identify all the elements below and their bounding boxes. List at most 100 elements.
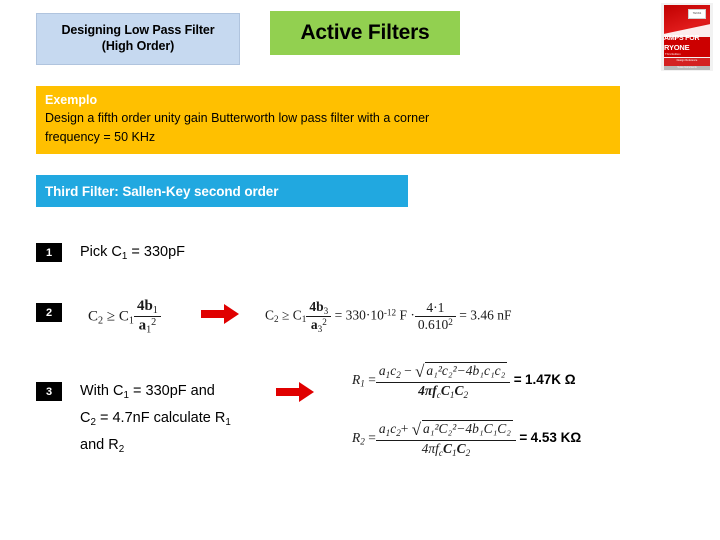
c2-num-sub: 1: [152, 305, 158, 317]
book-cover-footer-label: Texas Instruments: [677, 66, 697, 69]
r1-den-c2-sub: 2: [463, 389, 469, 400]
red-arrow-icon: [276, 382, 314, 402]
book-cover-band-label: Design Reference: [676, 59, 698, 62]
c2r-den-sup: 2: [322, 316, 327, 327]
r2-den-text: 4πf: [421, 441, 439, 457]
r2-plus: +: [400, 421, 409, 436]
r1-lhs-sub: 1: [360, 378, 365, 389]
book-cover-title-line-2: RYONE: [664, 43, 690, 52]
r2-result-equals: =: [519, 429, 528, 445]
r1-fraction: a1c2 − √ a₁²c₂²−4b₁c₁c₂ 4πfcC1C2: [375, 362, 511, 400]
step-3-l2-b: = 4.7nF calculate R: [95, 409, 226, 426]
r1-den-text: 4πf: [418, 383, 437, 399]
c2-lhs: C: [88, 308, 99, 325]
r2-den-c2: C: [456, 441, 466, 457]
op-amps-for-everyone-book-cover: TEXAS AMPS FOR RYONE Third Edition Desig…: [661, 3, 713, 71]
c2r-den2-text: 0.610: [417, 316, 449, 332]
c2-den-sup: 2: [151, 317, 157, 329]
r2-num-a: a: [378, 421, 386, 436]
r1-den-c1: C: [440, 383, 450, 399]
r2-denominator: 4πfcC1C2: [376, 441, 516, 458]
book-cover-title-line-1: AMPS FOR: [664, 35, 700, 42]
c2r-fraction-numerator: 4b3: [306, 299, 332, 317]
step-1-number-label: 1: [45, 246, 53, 259]
c2-lhs-sub: 2: [98, 315, 104, 327]
subject-label: Active Filters: [300, 21, 430, 44]
c2-fraction: 4b1 a12: [133, 298, 161, 336]
c2r-unit: F ·: [399, 307, 415, 323]
r2-den-c2-sub: 2: [465, 447, 471, 458]
c2-fraction-numerator: 4b1: [133, 298, 161, 318]
r2-lhs-sub: 2: [360, 436, 365, 447]
r1-denominator: 4πfcC1C2: [376, 383, 510, 400]
c2r-relation: ≥: [281, 307, 290, 323]
step-3-text: With C1 = 330pF and C2 = 4.7nF calculate…: [80, 380, 231, 461]
subject-badge: Active Filters: [270, 11, 460, 55]
step-1-text: Pick C1 = 330pF: [80, 241, 185, 268]
c2r-den-text: a: [310, 316, 318, 332]
c2r-num-sub: 3: [323, 305, 329, 316]
section-header-bar: Third Filter: Sallen-Key second order: [36, 175, 408, 207]
c2-den-text: a: [138, 317, 147, 334]
r2-radicand: a₁²C₂²−4b₁C₁C₂: [422, 420, 513, 436]
r2-numerator: a1c2+ √ a₁²C₂²−4b₁C₁C₂: [375, 420, 516, 442]
book-cover-chip-label: TEXAS: [692, 12, 702, 15]
step-3-text-line-2: C2 = 4.7nF calculate R1: [80, 407, 231, 434]
book-cover-chip-logo: TEXAS: [688, 9, 706, 19]
c2r-coefficient: 330·10: [345, 307, 384, 323]
c2r-equals-1: =: [334, 307, 343, 323]
c2r-equals-2: =: [459, 307, 467, 323]
c2-relation: ≥: [106, 308, 116, 325]
r1-radical-sign: √: [415, 362, 425, 382]
c2r-result: 3.46 nF: [470, 307, 512, 323]
c2r-fraction: 4b3 a32: [306, 299, 332, 334]
c2r-c1: C: [292, 307, 302, 323]
c2-c1: C: [118, 308, 129, 325]
c2r-fraction-2: 4·1 0.6102: [414, 300, 456, 333]
step-3-l3-a: and R: [80, 436, 119, 453]
example-callout: Exemplo Design a fifth order unity gain …: [36, 86, 620, 154]
step-3-number-label: 3: [45, 385, 53, 398]
r1-formula: R1 = a1c2 − √ a₁²c₂²−4b₁c₁c₂ 4πfcC1C2 = 1.4…: [352, 362, 576, 400]
r1-radicand: a₁²c₂²−4b₁c₁c₂: [425, 362, 508, 378]
step-1-text-a: Pick C: [80, 244, 122, 260]
c2r-lhs: C: [265, 307, 275, 323]
c2r-fraction-2-denominator: 0.6102: [415, 317, 456, 333]
c2r-den2-sup: 2: [448, 316, 453, 327]
slide-title-line-1: Designing Low Pass Filter: [61, 23, 215, 38]
r1-equals: =: [368, 371, 376, 387]
step-2-formula-right: C2 ≥ C1 4b3 a32 = 330·10-12 F · 4·1 0.6102 =…: [265, 299, 511, 334]
step-3-l2-sub2: 1: [225, 416, 231, 428]
step-1-text-b: = 330pF: [127, 244, 186, 260]
r1-result-equals: =: [513, 371, 522, 387]
r1-num-c-sub: 2: [396, 369, 401, 380]
slide-title-line-2: (High Order): [101, 39, 175, 53]
c2-num-text: 4b: [136, 298, 153, 314]
r2-den-c1: C: [442, 441, 452, 457]
step-2-formula-left: C2 ≥ C1 4b1 a12: [88, 298, 161, 336]
r1-numerator: a1c2 − √ a₁²c₂²−4b₁c₁c₂: [375, 362, 511, 384]
r1-minus: −: [404, 363, 412, 378]
r2-equals: =: [368, 429, 376, 445]
step-3-number: 3: [36, 382, 62, 401]
step-2-number: 2: [36, 303, 62, 322]
example-heading: Exemplo: [45, 93, 98, 107]
step-3-l2-a: C: [80, 409, 91, 426]
section-header-label: Third Filter: Sallen-Key second order: [45, 183, 279, 199]
r2-formula: R2 = a1c2+ √ a₁²C₂²−4b₁C₁C₂ 4πfcC1C2 = 4.53…: [352, 420, 581, 458]
r1-num-a: a: [378, 363, 386, 378]
r2-fraction: a1c2+ √ a₁²C₂²−4b₁C₁C₂ 4πfcC1C2: [375, 420, 516, 458]
r2-result-value: 4.53 KΩ: [530, 429, 582, 445]
r2-lhs: R: [352, 429, 361, 445]
c2r-fraction-denominator: a32: [306, 317, 331, 334]
r1-lhs: R: [352, 371, 361, 387]
slide-title-box: Designing Low Pass Filter (High Order): [36, 13, 240, 65]
book-cover-band: Design Reference: [664, 58, 710, 66]
c2r-num-text: 4b: [309, 299, 324, 314]
c2r-lhs-sub: 2: [274, 314, 279, 325]
step-3-text-line-1: With C1 = 330pF and: [80, 380, 231, 407]
step-3-l1-a: With C: [80, 383, 124, 399]
example-text-line-1: Design a fifth order unity gain Butterwo…: [45, 111, 430, 125]
r1-result-value: 1.47K Ω: [524, 371, 576, 387]
c2r-fraction-2-numerator: 4·1: [414, 300, 456, 317]
